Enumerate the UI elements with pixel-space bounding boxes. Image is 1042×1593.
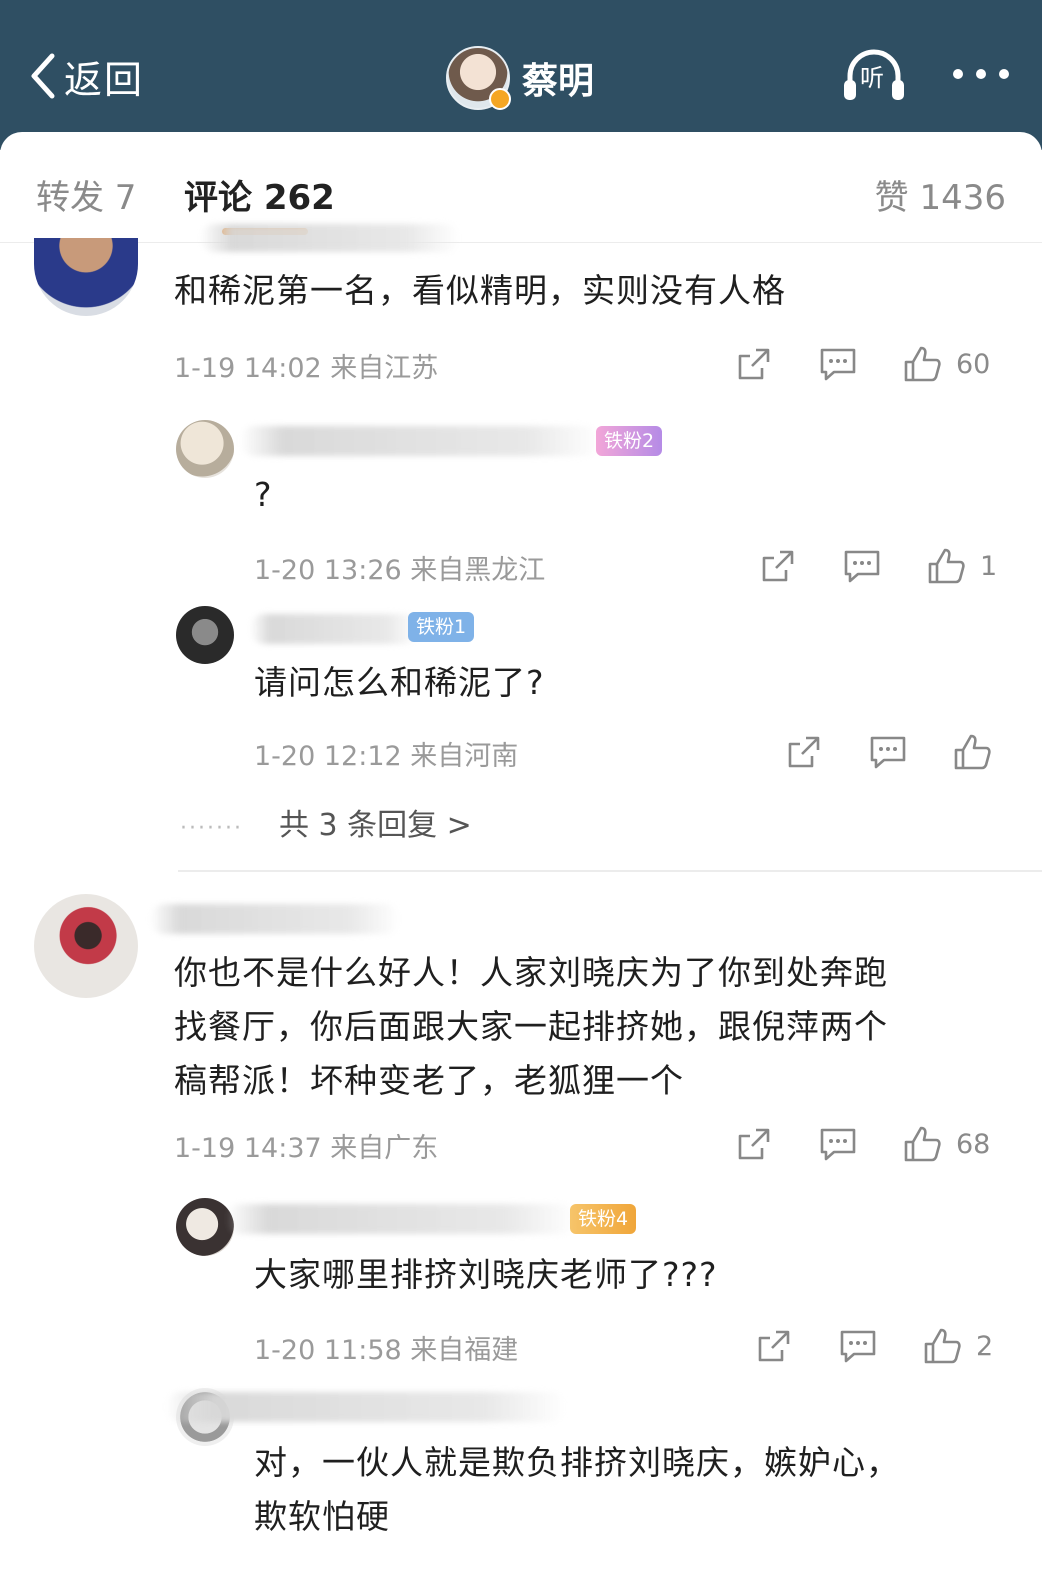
- fan-badge: 铁粉2: [596, 426, 663, 456]
- reply-avatar[interactable]: [176, 606, 234, 664]
- redacted-username: [240, 426, 600, 456]
- reply-text: 大家哪里排挤刘晓庆老师了???: [254, 1255, 718, 1294]
- header-user-name[interactable]: 蔡明: [522, 52, 594, 104]
- redacted-username: [200, 224, 460, 252]
- thumbs-up-icon: [954, 734, 991, 770]
- tab-strip: 转发 7 评论 262 赞 1436: [0, 132, 1042, 243]
- comment-text-line: 稿帮派！坏种变老了，老狐狸一个: [174, 1061, 684, 1100]
- reply-button[interactable]: [838, 1326, 878, 1366]
- thumbs-up-icon: [924, 1328, 961, 1364]
- like-count: 2: [976, 1330, 994, 1362]
- reply-avatar[interactable]: [176, 1198, 234, 1256]
- like-button[interactable]: 2: [922, 1326, 993, 1366]
- reply-meta: 1-20 13:26 来自黑龙江: [254, 555, 546, 586]
- like-button[interactable]: [952, 732, 992, 772]
- top-navigation-bar: 返回 蔡明 听: [0, 0, 1042, 150]
- like-count: 1: [980, 550, 998, 582]
- reply-button[interactable]: [868, 732, 908, 772]
- comment-text-line: 找餐厅，你后面跟大家一起排挤她，跟倪萍两个: [174, 1007, 888, 1046]
- reply-meta: 1-20 12:12 来自河南: [254, 741, 519, 772]
- reply-button[interactable]: [818, 344, 858, 384]
- comment-meta: 1-19 14:02 来自江苏: [174, 353, 439, 384]
- tab-comments[interactable]: 评论 262: [184, 170, 335, 219]
- share-button[interactable]: [734, 1124, 774, 1164]
- reply-meta: 1-20 11:58 来自福建: [254, 1335, 519, 1366]
- share-icon: [762, 550, 794, 582]
- reply-button[interactable]: [842, 546, 882, 586]
- more-button[interactable]: [950, 64, 1012, 84]
- redacted-username: [150, 904, 400, 934]
- redacted-username: [166, 1392, 566, 1422]
- dotted-leader: ·······: [180, 816, 243, 841]
- comment-icon: [840, 1330, 876, 1363]
- comment-icon: [820, 1128, 856, 1161]
- reply-actions: 2: [754, 1324, 994, 1368]
- share-icon: [738, 1128, 770, 1160]
- reply-avatar[interactable]: [176, 420, 234, 478]
- back-label: 返回: [64, 57, 145, 102]
- thumbs-up-icon: [928, 548, 965, 584]
- share-button[interactable]: [734, 344, 774, 384]
- comment-text-line: 你也不是什么好人！人家刘晓庆为了你到处奔跑: [174, 953, 888, 992]
- back-button[interactable]: 返回: [28, 48, 144, 104]
- comment-icon: [870, 736, 906, 769]
- comment-actions: 68: [734, 1122, 994, 1166]
- tab-reposts[interactable]: 转发 7: [36, 170, 136, 219]
- like-button[interactable]: 1: [926, 546, 997, 586]
- like-count: 68: [956, 1128, 991, 1160]
- redacted-username: [226, 1204, 576, 1234]
- comment-text: 和稀泥第一名，看似精明，实则没有人格: [174, 271, 786, 310]
- share-icon: [758, 1330, 790, 1362]
- like-button[interactable]: 60: [902, 344, 990, 384]
- share-button[interactable]: [784, 732, 824, 772]
- fan-badge: 铁粉1: [408, 612, 475, 642]
- fan-badge: 铁粉4: [570, 1204, 637, 1234]
- more-dots-icon: [953, 69, 1009, 79]
- reply-text: 请问怎么和稀泥了?: [254, 663, 545, 702]
- reply-button[interactable]: [818, 1124, 858, 1164]
- reply-text-line: 欺软怕硬: [254, 1497, 390, 1536]
- thumbs-up-icon: [904, 1126, 941, 1162]
- reply-text-line: 对，一伙人就是欺负排挤刘晓庆，嫉妒心，: [254, 1443, 900, 1482]
- share-icon: [738, 348, 770, 380]
- listen-label: 听: [860, 64, 884, 92]
- redacted-username: [250, 614, 420, 644]
- thumbs-up-icon: [904, 346, 941, 382]
- back-chevron-icon: [31, 53, 55, 99]
- reply-actions: [784, 730, 994, 774]
- reply-text: ?: [254, 475, 273, 514]
- comment-divider: [178, 870, 1042, 872]
- view-all-replies-label: 共 3 条回复 >: [278, 808, 472, 843]
- comment-actions: 60: [734, 342, 994, 386]
- share-button[interactable]: [754, 1326, 794, 1366]
- comment-avatar[interactable]: [34, 894, 138, 998]
- share-icon: [788, 736, 820, 768]
- reply-actions: 1: [758, 544, 997, 588]
- comment-meta: 1-19 14:37 来自广东: [174, 1133, 439, 1164]
- verified-badge-icon: [489, 88, 511, 110]
- comment-icon: [844, 550, 880, 583]
- tab-likes[interactable]: 赞 1436: [875, 170, 1006, 219]
- like-count: 60: [956, 348, 991, 380]
- listen-button[interactable]: 听: [842, 44, 906, 104]
- like-button[interactable]: 68: [902, 1124, 990, 1164]
- view-all-replies-link[interactable]: ······· 共 3 条回复 >: [180, 800, 472, 844]
- share-button[interactable]: [758, 546, 798, 586]
- comment-icon: [820, 348, 856, 381]
- comment-avatar[interactable]: [34, 238, 138, 316]
